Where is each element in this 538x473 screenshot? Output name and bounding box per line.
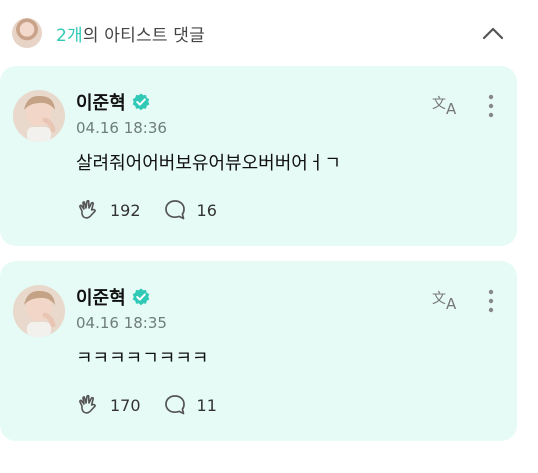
header-avatar [12,18,42,48]
author-row: 이준혁 [76,89,151,115]
comment-card: 이준혁 04.16 18:35 文 A ㅋㅋㅋㅋㄱㅋㅋㅋ 170 11 [0,261,517,441]
verified-badge-icon [132,288,149,306]
artist-comments-title: 2개의 아티스트 댓글 [56,21,205,46]
reply-count: 11 [196,395,217,415]
like-count: 192 [110,200,141,220]
avatar[interactable] [13,90,65,142]
reply-button[interactable]: 16 [163,198,217,222]
like-button[interactable]: 170 [76,393,141,417]
author-row: 이준혁 [76,284,151,310]
comment-timestamp: 04.16 18:35 [76,314,167,332]
comment-stats: 170 11 [76,393,239,417]
svg-text:文: 文 [432,96,446,112]
comment-timestamp: 04.16 18:36 [76,119,167,137]
comment-count: 2개 [56,26,83,46]
comment-text: ㅋㅋㅋㅋㄱㅋㅋㅋ [76,348,209,369]
like-button[interactable]: 192 [76,198,141,222]
comment-card: 이준혁 04.16 18:36 文 A 살려줘어어버보유어뷰오버버어ㅓㄱ 192… [0,66,517,246]
artist-comments-header[interactable]: 2개의 아티스트 댓글 [0,0,538,66]
author-name[interactable]: 이준혁 [76,284,126,310]
title-text: 의 아티스트 댓글 [82,26,205,46]
more-vertical-icon[interactable] [481,288,501,314]
speech-bubble-icon [164,200,185,220]
reply-button[interactable]: 11 [163,393,217,417]
svg-text:文: 文 [432,291,446,307]
more-vertical-icon[interactable] [481,93,501,119]
translate-icon[interactable]: 文 A [432,93,462,117]
speech-bubble-icon [164,395,185,415]
avatar[interactable] [13,285,65,337]
svg-text:A: A [446,100,457,117]
verified-badge-icon [132,93,149,111]
reply-count: 16 [196,200,217,220]
translate-icon[interactable]: 文 A [432,288,462,312]
author-name[interactable]: 이준혁 [76,89,126,115]
comment-text: 살려줘어어버보유어뷰오버버어ㅓㄱ [76,153,341,174]
like-count: 170 [110,395,141,415]
comment-stats: 192 16 [76,198,239,222]
cheer-hands-icon [79,394,96,414]
cheer-hands-icon [79,199,96,219]
chevron-up-icon[interactable] [479,22,507,44]
svg-text:A: A [446,295,457,312]
